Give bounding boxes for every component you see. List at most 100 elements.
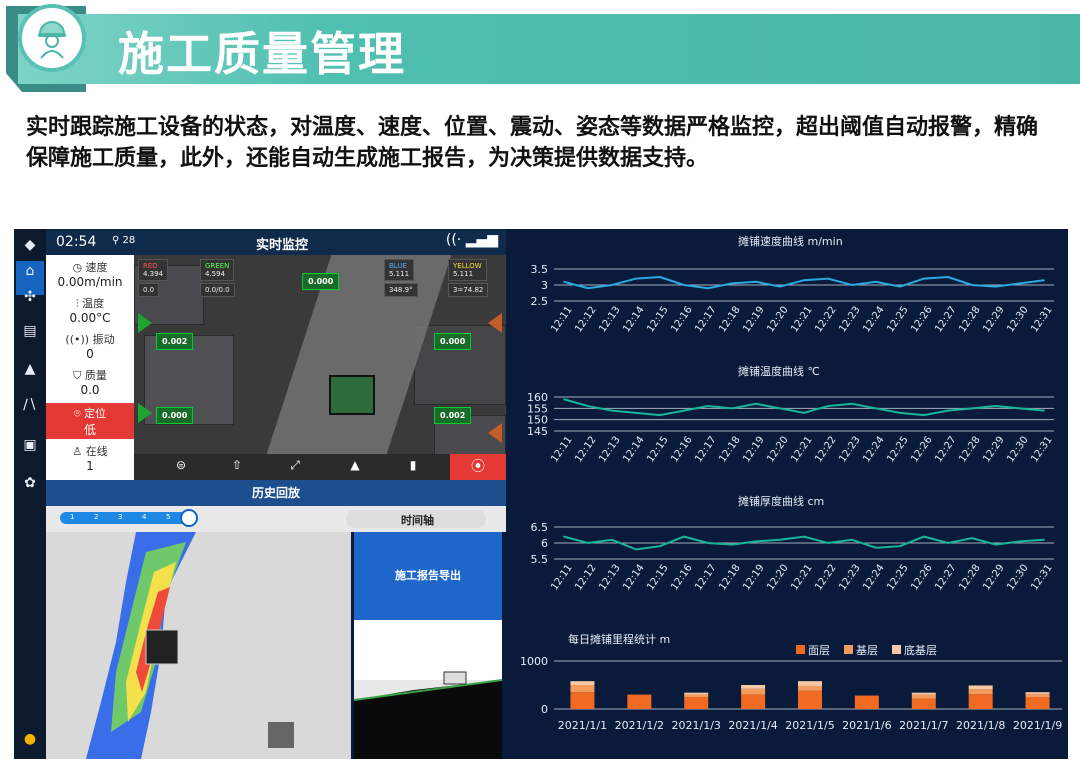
data-point: [611, 284, 613, 286]
status-panel: ◷ 速度 0.00m/min ⫶ 温度 0.00°C ((•)) 振动 0 ⛉ …: [46, 255, 134, 480]
data-point: [875, 547, 877, 549]
sidebar-item-report[interactable]: ▤: [16, 321, 44, 355]
data-point: [971, 537, 973, 539]
x-tick-label: 12:11: [549, 305, 575, 335]
sidebar-item-config[interactable]: ✿: [16, 473, 44, 507]
chart-title: 摊铺温度曲线 ℃: [738, 364, 820, 378]
tag-left-2: 0.000: [156, 407, 194, 424]
data-point: [731, 282, 733, 285]
y-tick-label: 5.5: [531, 553, 549, 566]
legend-label: 基层: [856, 644, 878, 657]
data-point: [587, 542, 589, 544]
chart-title: 摊铺厚度曲线 cm: [738, 494, 824, 508]
timeline-label: 时间轴: [401, 514, 434, 527]
data-point: [947, 542, 949, 544]
data-point: [707, 287, 709, 289]
x-tick-label: 12:22: [813, 435, 839, 465]
scene-toolbar: ⊜ ⇧ ⤢ ▲ ▮ ⦿: [134, 454, 506, 480]
timeline-tick: 2: [94, 513, 99, 521]
navigate-button[interactable]: ▲: [346, 458, 364, 476]
y-tick-label: 0: [541, 703, 548, 716]
x-tick-label: 12:26: [909, 563, 935, 593]
signal-icon: ((· ▂▄▆: [445, 232, 498, 248]
x-tick-label: 12:16: [669, 563, 695, 593]
record-button[interactable]: ⦿: [450, 454, 506, 480]
bar-segment: [684, 697, 709, 709]
x-tick-label: 12:12: [573, 563, 599, 593]
x-tick-label: 12:14: [621, 305, 647, 335]
data-point: [611, 539, 613, 541]
upload-button[interactable]: ⇧: [228, 458, 246, 476]
bar-segment: [570, 681, 595, 685]
x-tick-label: 12:25: [885, 563, 911, 593]
data-point: [635, 548, 637, 551]
data-point: [827, 542, 829, 544]
status-online: ♙ 在线 1: [72, 445, 108, 473]
x-tick-label: 12:28: [957, 435, 983, 465]
arrow-right-orange: [488, 313, 502, 333]
timeline-slider[interactable]: 1 2 3 4 5: [60, 512, 190, 524]
data-point: [635, 412, 637, 414]
red-tag: RED 4.394: [138, 259, 169, 281]
bar-segment: [627, 694, 652, 709]
data-point: [827, 277, 829, 280]
sidebar-item-road[interactable]: ∕∖: [16, 395, 44, 429]
bar-segment: [684, 694, 709, 697]
legend-swatch: [796, 645, 805, 654]
device-button[interactable]: ▮: [404, 458, 422, 476]
history-playback-header: 历史回放: [46, 480, 506, 506]
user-avatar[interactable]: ●: [16, 729, 44, 759]
data-point: [875, 407, 877, 410]
x-tick-label: 12:19: [741, 305, 767, 335]
bar-segment: [1025, 697, 1050, 709]
3d-scene: RED 4.394 GREEN 4.594 0.0 0.0/0.0 BLUE 5.11…: [134, 255, 506, 480]
x-tick-label: 2021/1/6: [842, 719, 891, 732]
road-icon: ∕∖: [23, 397, 37, 413]
tag-right-2: 0.002: [434, 407, 472, 424]
timeline-slider-handle[interactable]: [180, 509, 198, 527]
data-point: [851, 539, 853, 541]
x-tick-label: 12:20: [765, 563, 791, 593]
bar-segment: [684, 692, 709, 695]
shield-icon: ⛉: [73, 369, 82, 382]
data-point: [779, 285, 781, 288]
x-tick-label: 12:20: [765, 305, 791, 335]
menu-button[interactable]: ⊜: [172, 458, 190, 476]
y-tick-label: 145: [527, 425, 548, 438]
x-tick-label: 12:24: [861, 305, 887, 335]
data-point: [755, 403, 757, 405]
sidebar-item-settings[interactable]: ✣: [16, 287, 44, 321]
data-point: [803, 535, 805, 538]
data-point: [1043, 409, 1045, 412]
status-temperature: ⫶ 温度 0.00°C: [69, 297, 111, 325]
y-tick-label: 3.5: [531, 263, 549, 276]
sidebar: ◆ ⌂ ✣ ▤ ▲ ∕∖ ▣ ✿ ●: [14, 229, 46, 759]
bar-segment: [741, 694, 766, 709]
x-tick-label: 2021/1/3: [672, 719, 721, 732]
sidebar-item-monitor[interactable]: ▣: [16, 435, 44, 469]
speedometer-icon: ◷: [72, 261, 83, 274]
x-tick-label: 12:18: [717, 435, 743, 465]
sidebar-item-construction[interactable]: ▲: [16, 359, 44, 393]
data-point: [755, 281, 757, 283]
green-tag: GREEN 4.594: [200, 259, 235, 281]
export-report-button[interactable]: 施工报告导出: [354, 532, 502, 620]
data-point: [683, 284, 685, 286]
status-vibration: ((•)) 振动 0: [65, 333, 115, 361]
bar-segment: [854, 695, 879, 709]
x-tick-label: 12:29: [981, 305, 1007, 335]
readout-heading: 348.9°: [384, 283, 418, 297]
measure-button[interactable]: ⤢: [286, 458, 304, 476]
x-tick-label: 12:15: [645, 305, 671, 335]
data-point: [731, 543, 733, 546]
coverage-map[interactable]: [46, 532, 351, 759]
x-tick-label: 12:27: [933, 563, 959, 593]
data-point: [1019, 407, 1021, 410]
x-tick-label: 12:17: [693, 563, 719, 593]
x-tick-label: 12:23: [837, 305, 863, 335]
x-tick-label: 2021/1/2: [615, 719, 664, 732]
bar-segment: [1025, 692, 1050, 695]
arrow-left-green-2: [138, 403, 152, 423]
legend-swatch: [844, 645, 853, 654]
x-tick-label: 12:18: [717, 563, 743, 593]
